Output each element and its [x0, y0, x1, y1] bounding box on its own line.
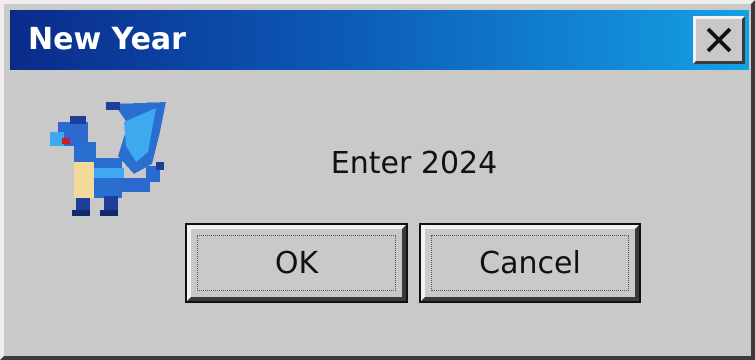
window-title: New Year [28, 22, 186, 57]
close-button[interactable] [693, 16, 745, 64]
close-x-icon [704, 25, 734, 55]
title-bar[interactable]: New Year [10, 10, 749, 70]
cancel-button[interactable]: Cancel [419, 223, 641, 303]
cancel-button-label: Cancel [431, 235, 629, 291]
dialog-window: New Year Enter 2024 OK Cancel [0, 0, 755, 360]
dialog-message: Enter 2024 [330, 146, 498, 181]
pixel-dragon-icon [48, 102, 174, 220]
ok-button-label: OK [197, 235, 396, 291]
ok-button[interactable]: OK [185, 223, 408, 303]
